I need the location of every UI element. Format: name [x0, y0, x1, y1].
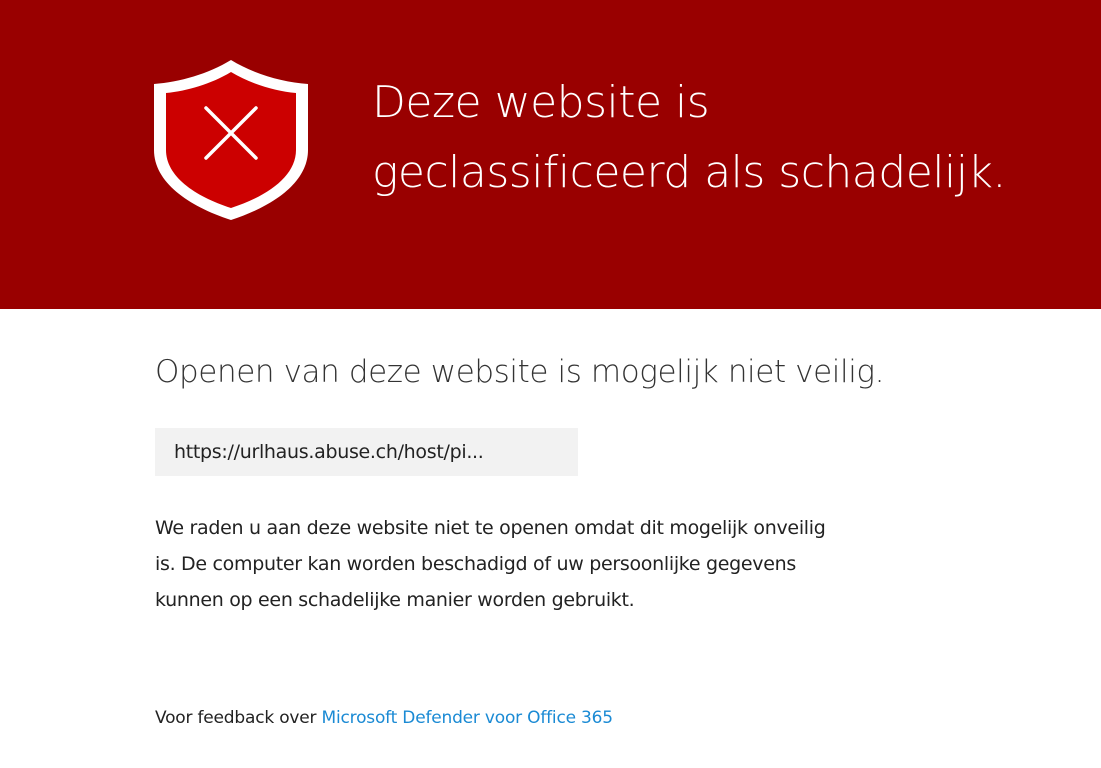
description-line-2: is. De computer kan worden beschadigd of…: [155, 553, 796, 575]
page-title-line-1: Deze website is: [372, 77, 710, 128]
shield-x-icon: [154, 60, 308, 220]
feedback-link[interactable]: Microsoft Defender voor Office 365: [322, 708, 614, 728]
warning-subtitle: Openen van deze website is mogelijk niet…: [155, 354, 885, 390]
blocked-url-box: https://urlhaus.abuse.ch/host/pi...: [155, 428, 578, 476]
warning-banner: Deze website is geclassificeerd als scha…: [0, 0, 1101, 309]
page-title-line-2: geclassificeerd als schadelijk.: [372, 147, 1006, 198]
description-line-1: We raden u aan deze website niet te open…: [155, 517, 826, 539]
description-line-3: kunnen op een schadelijke manier worden …: [155, 589, 635, 611]
main-content: Openen van deze website is mogelijk niet…: [155, 348, 1055, 728]
feedback-prefix: Voor feedback over: [155, 708, 317, 728]
blocked-url: https://urlhaus.abuse.ch/host/pi...: [174, 441, 484, 463]
feedback-text: Voor feedback over Microsoft Defender vo…: [155, 703, 613, 733]
page-title: Deze website is geclassificeerd als scha…: [372, 68, 1072, 208]
warning-description: We raden u aan deze website niet te open…: [155, 510, 1005, 618]
